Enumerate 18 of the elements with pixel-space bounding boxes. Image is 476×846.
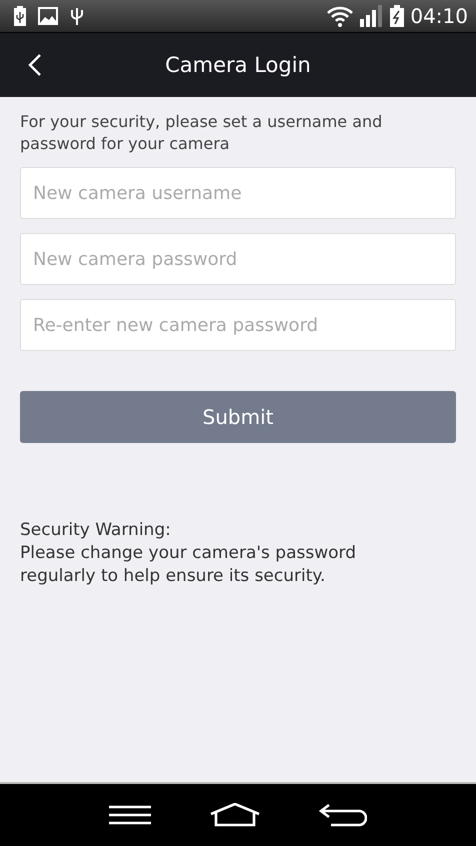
screen-title: Camera Login (165, 53, 311, 77)
input-field[interactable]: New camera username (20, 167, 456, 219)
signal-icon (360, 5, 384, 27)
wifi-icon (326, 5, 354, 27)
battery-usb-icon (14, 6, 26, 26)
back-icon[interactable] (28, 53, 42, 77)
clock: 04:10 (410, 4, 468, 28)
input-field[interactable]: New camera password (20, 233, 456, 285)
back-arrow-icon[interactable] (318, 803, 367, 827)
battery-charging-icon (390, 5, 404, 27)
image-icon (38, 7, 58, 25)
warning-title: Security Warning: (20, 519, 172, 542)
warning-text: Please change your camera's password regularly to help ensure its security. (20, 542, 357, 588)
menu-icon[interactable] (109, 805, 152, 825)
intro-text: For your security, please set a username and password for your camera (20, 111, 384, 155)
input-field[interactable]: Re-enter new camera password (20, 299, 456, 351)
home-icon[interactable] (210, 803, 260, 827)
usb-icon (70, 6, 84, 26)
